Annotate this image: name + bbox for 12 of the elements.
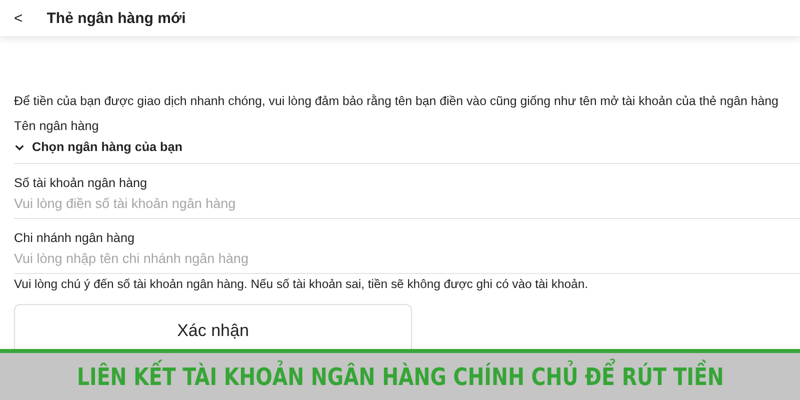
back-button[interactable]: < — [12, 10, 25, 26]
notice-text: Để tiền của bạn được giao dịch nhanh chóng, vui lòng đảm bảo rằng tên bạn điền vào cũng giống như tên mở tài khoản của thẻ ngân hàng — [14, 93, 780, 109]
field-label: Số tài khoản ngân hàng — [14, 175, 148, 191]
page-title: Thẻ ngân hàng mới — [46, 10, 186, 26]
warning-text: Vui lòng chú ý đến số tài khoản ngân hàng. Nếu số tài khoản sai, tiền sẽ không được ghi có vào tài khoản. — [14, 276, 589, 292]
input-field[interactable]: Vui lòng nhập tên chi nhánh ngân hàng — [14, 246, 774, 273]
field-label: Tên ngân hàng — [14, 118, 100, 134]
field-label: Chi nhánh ngân hàng — [14, 230, 136, 246]
input-field[interactable]: Vui lòng điền số tài khoản ngân hàng — [14, 191, 774, 218]
bank-dropdown[interactable]: Chọn ngân hàng của bạn — [14, 134, 800, 164]
confirm-button[interactable]: Xác nhận — [14, 304, 412, 349]
dropdown-value: Chọn ngân hàng của bạn — [32, 140, 182, 154]
